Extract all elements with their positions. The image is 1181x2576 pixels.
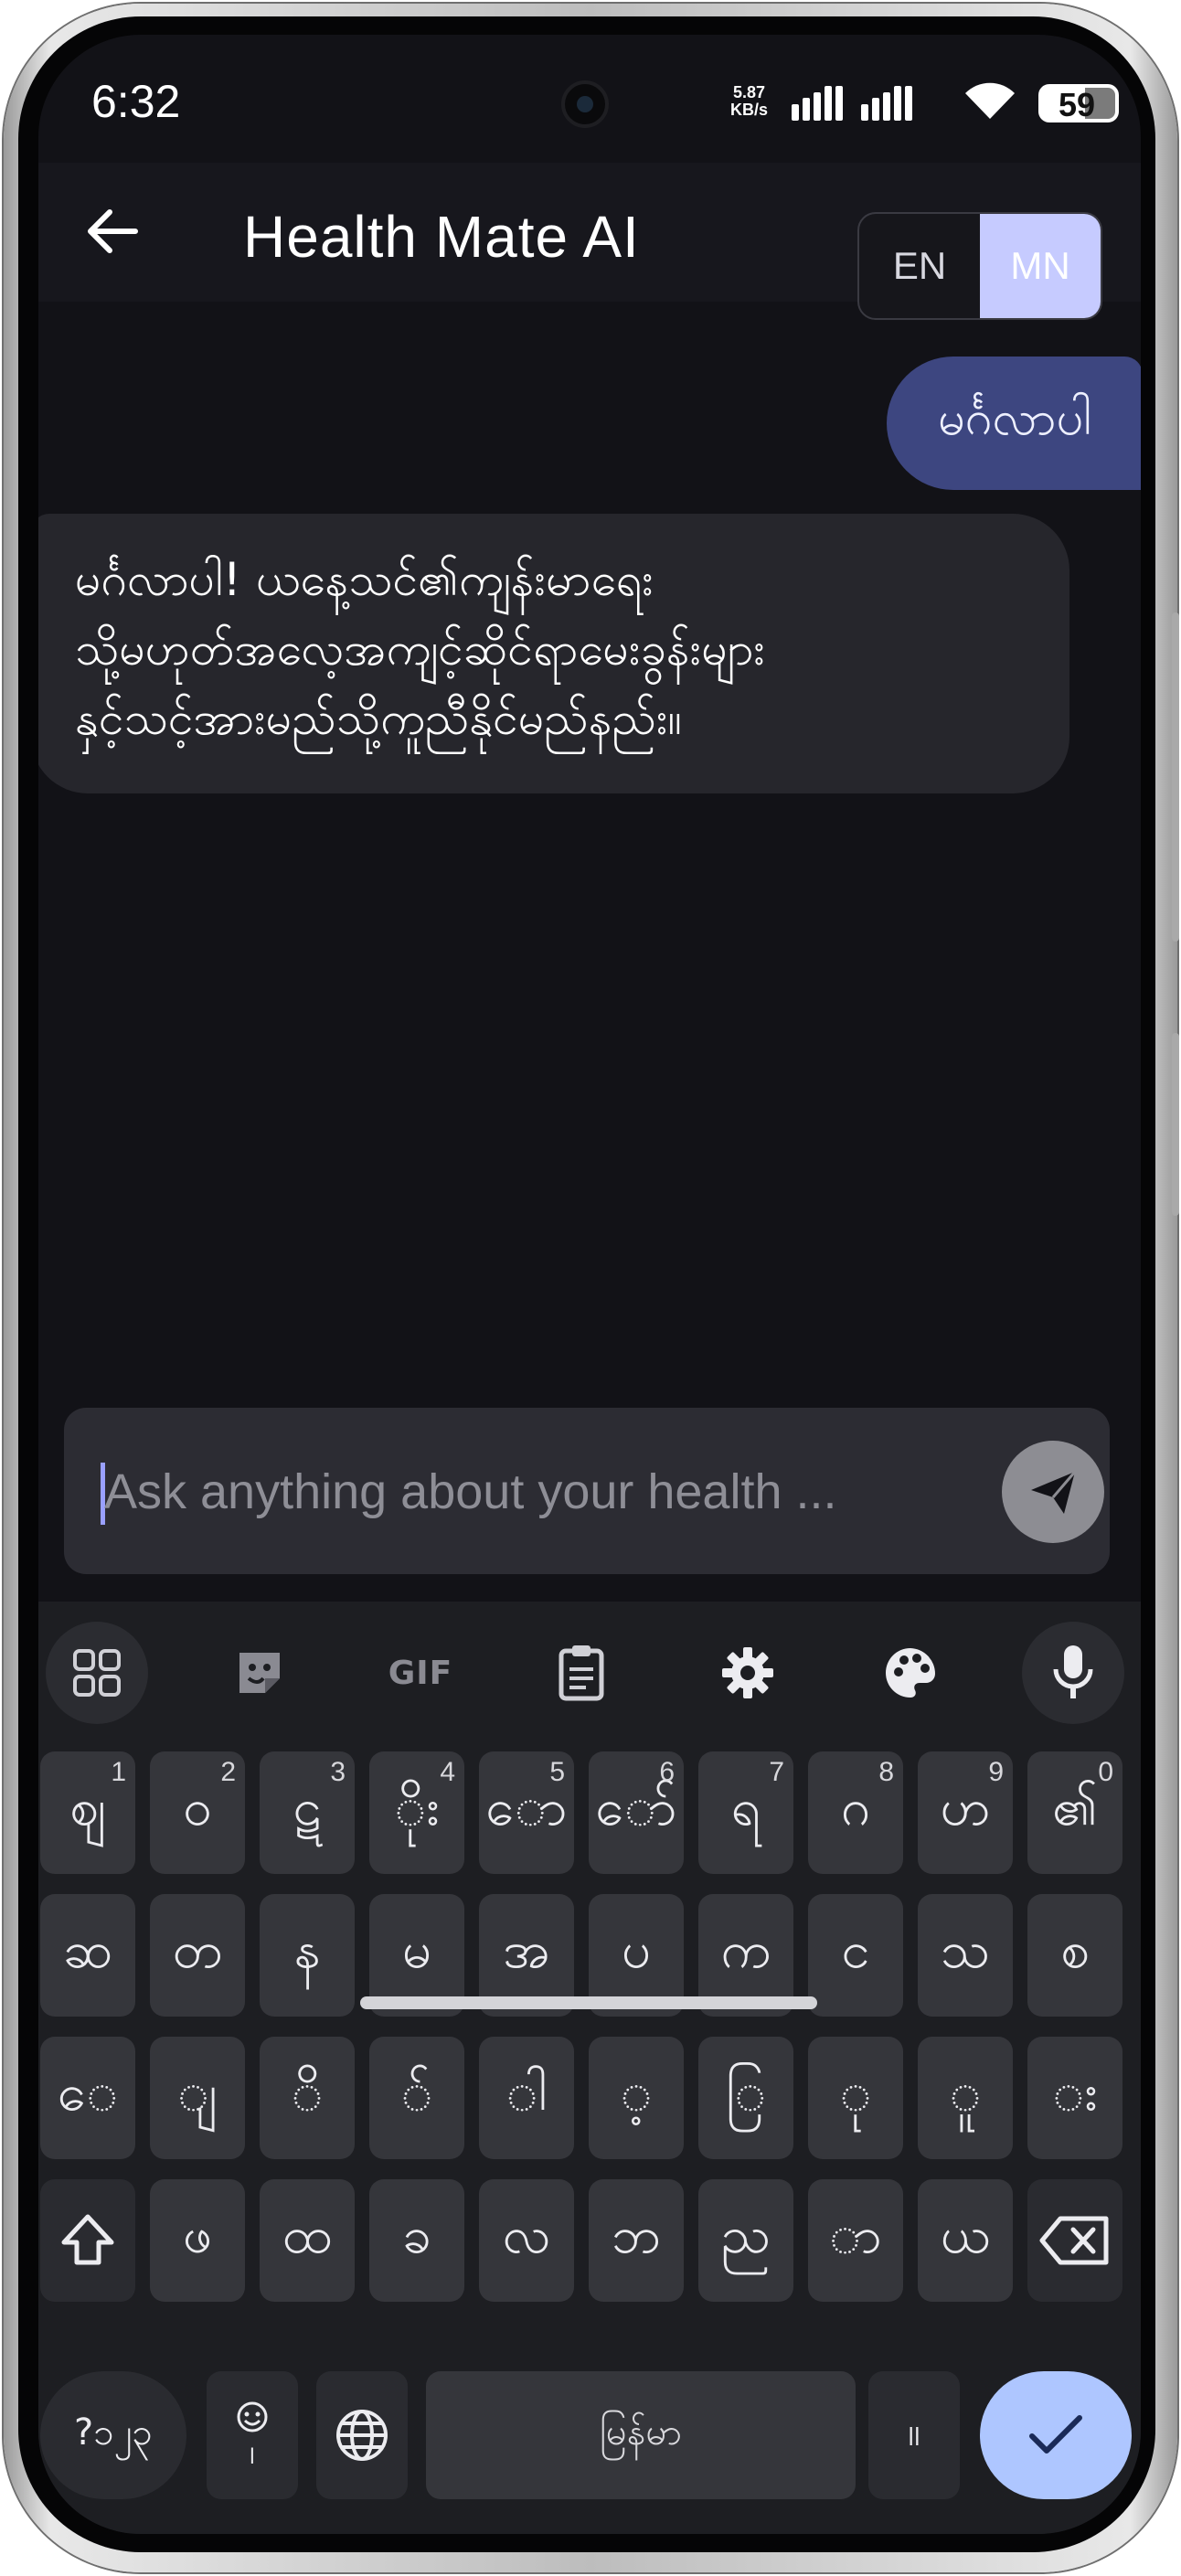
backspace-key[interactable]: [1027, 2179, 1122, 2302]
signal-icon: [792, 86, 843, 121]
key[interactable]: း: [1027, 2037, 1122, 2159]
gif-icon[interactable]: GIF: [369, 1622, 472, 1724]
key[interactable]: ု: [808, 2037, 903, 2159]
network-speed-unit: KB/s: [730, 101, 769, 119]
battery-icon: 59: [1038, 84, 1119, 122]
key[interactable]: 5ော: [479, 1751, 574, 1874]
back-arrow-icon[interactable]: [80, 199, 144, 263]
key[interactable]: ေ: [40, 2037, 135, 2159]
user-message-text: မင်္ဂလာပါ: [937, 391, 1091, 446]
key[interactable]: 7ရ: [698, 1751, 793, 1874]
key[interactable]: င: [808, 1894, 903, 2017]
key[interactable]: ိ: [260, 2037, 355, 2159]
send-button[interactable]: [1002, 1441, 1104, 1543]
network-speed: 5.87 KB/s: [730, 84, 768, 119]
bot-message-line: သို့မဟုတ်အလေ့အကျင့်ဆိုင်ရာမေးခွန်းများ: [75, 623, 766, 676]
apps-icon[interactable]: [46, 1622, 148, 1724]
key[interactable]: ထ: [260, 2179, 355, 2302]
key[interactable]: ်: [369, 2037, 464, 2159]
key[interactable]: ျ: [150, 2037, 245, 2159]
bot-message-line: မင်္ဂလာပါ! ယနေ့သင်၏ကျန်းမာရေး: [75, 553, 654, 606]
key[interactable]: ူ: [918, 2037, 1013, 2159]
space-bar[interactable]: မြန်မာ: [426, 2371, 856, 2499]
user-message-bubble: မင်္ဂလာပါ: [886, 357, 1141, 490]
check-icon: [1029, 2415, 1082, 2454]
gif-label: GIF: [388, 1654, 453, 1692]
key[interactable]: ါ: [479, 2037, 574, 2159]
lang-option-en[interactable]: EN: [859, 214, 980, 318]
volume-button: [1172, 612, 1179, 942]
key[interactable]: 9ဟ: [918, 1751, 1013, 1874]
signal-icon: [861, 86, 912, 121]
language-toggle[interactable]: EN MN: [857, 212, 1102, 320]
key[interactable]: သ: [918, 1894, 1013, 2017]
key[interactable]: 1ဈ: [40, 1751, 135, 1874]
globe-icon: [336, 2410, 388, 2461]
key[interactable]: လ: [479, 2179, 574, 2302]
wifi-icon: [965, 82, 1015, 119]
bot-message-bubble: မင်္ဂလာပါ! ယနေ့သင်၏ကျန်းမာရေး သို့မဟုတ်အ…: [38, 514, 1069, 793]
key[interactable]: ခ: [369, 2179, 464, 2302]
clipboard-icon[interactable]: [530, 1622, 633, 1724]
battery-level: 59: [1058, 86, 1096, 122]
backspace-icon: [1039, 2216, 1109, 2265]
symbols-key[interactable]: ?၁၂၃: [40, 2371, 186, 2499]
key[interactable]: ဆ: [40, 1894, 135, 2017]
shift-icon: [61, 2214, 114, 2265]
front-camera: [561, 80, 609, 128]
palette-icon[interactable]: [859, 1622, 962, 1724]
period-key[interactable]: ။: [868, 2371, 960, 2499]
key[interactable]: တ: [150, 1894, 245, 2017]
shift-key[interactable]: [40, 2179, 135, 2302]
key[interactable]: 3ဋ: [260, 1751, 355, 1874]
key[interactable]: ာ: [808, 2179, 903, 2302]
status-bar: 6:32 5.87 KB/s 59: [38, 35, 1141, 144]
key[interactable]: ဘ: [589, 2179, 684, 2302]
app-header: Health Mate AI EN MN: [38, 163, 1141, 320]
punct-label: ၊: [249, 2431, 256, 2473]
gesture-nav-bar[interactable]: [360, 1996, 817, 2009]
key[interactable]: 4ိုး: [369, 1751, 464, 1874]
key[interactable]: 8ဂ: [808, 1751, 903, 1874]
key[interactable]: ဖ: [150, 2179, 245, 2302]
space-label: မြန်မာ: [600, 2411, 682, 2454]
key[interactable]: ယ: [918, 2179, 1013, 2302]
emoji-icon: [237, 2401, 268, 2432]
key[interactable]: ြ: [698, 2037, 793, 2159]
screen: 6:32 5.87 KB/s 59 Health Mate AI EN MN မ…: [38, 35, 1141, 2534]
settings-icon[interactable]: [697, 1622, 799, 1724]
language-switch-key[interactable]: [316, 2371, 408, 2499]
message-composer: [64, 1408, 1110, 1574]
keyboard-toolbar: GIF: [38, 1602, 1141, 1730]
key[interactable]: န: [260, 1894, 355, 2017]
power-button: [1172, 1033, 1179, 1216]
bot-message-line: နှင့်သင့်အားမည်သို့ကူညီနိုင်မည်နည်း။: [75, 692, 682, 745]
emoji-key[interactable]: ၊: [207, 2371, 298, 2499]
send-icon: [1031, 1471, 1077, 1514]
sticker-icon[interactable]: [208, 1622, 311, 1724]
key[interactable]: 2ဝ: [150, 1751, 245, 1874]
key[interactable]: ည: [698, 2179, 793, 2302]
lang-option-mn[interactable]: MN: [980, 214, 1101, 318]
key[interactable]: စ: [1027, 1894, 1122, 2017]
key[interactable]: 0 ၏: [1027, 1751, 1122, 1874]
key[interactable]: ့: [589, 2037, 684, 2159]
key[interactable]: 6ော်: [589, 1751, 684, 1874]
chat-input[interactable]: [104, 1444, 927, 1539]
enter-key[interactable]: [980, 2371, 1132, 2499]
status-time: 6:32: [91, 76, 181, 127]
app-title: Health Mate AI: [243, 204, 640, 270]
network-speed-value: 5.87: [732, 83, 766, 101]
keyboard: GIF 1 ဈ 2 ဝ 3 ဋ 4 ိုး 5 ော 6 ော် 7 ရ 8 ဂ…: [38, 1602, 1141, 2534]
mic-icon[interactable]: [1022, 1622, 1124, 1724]
